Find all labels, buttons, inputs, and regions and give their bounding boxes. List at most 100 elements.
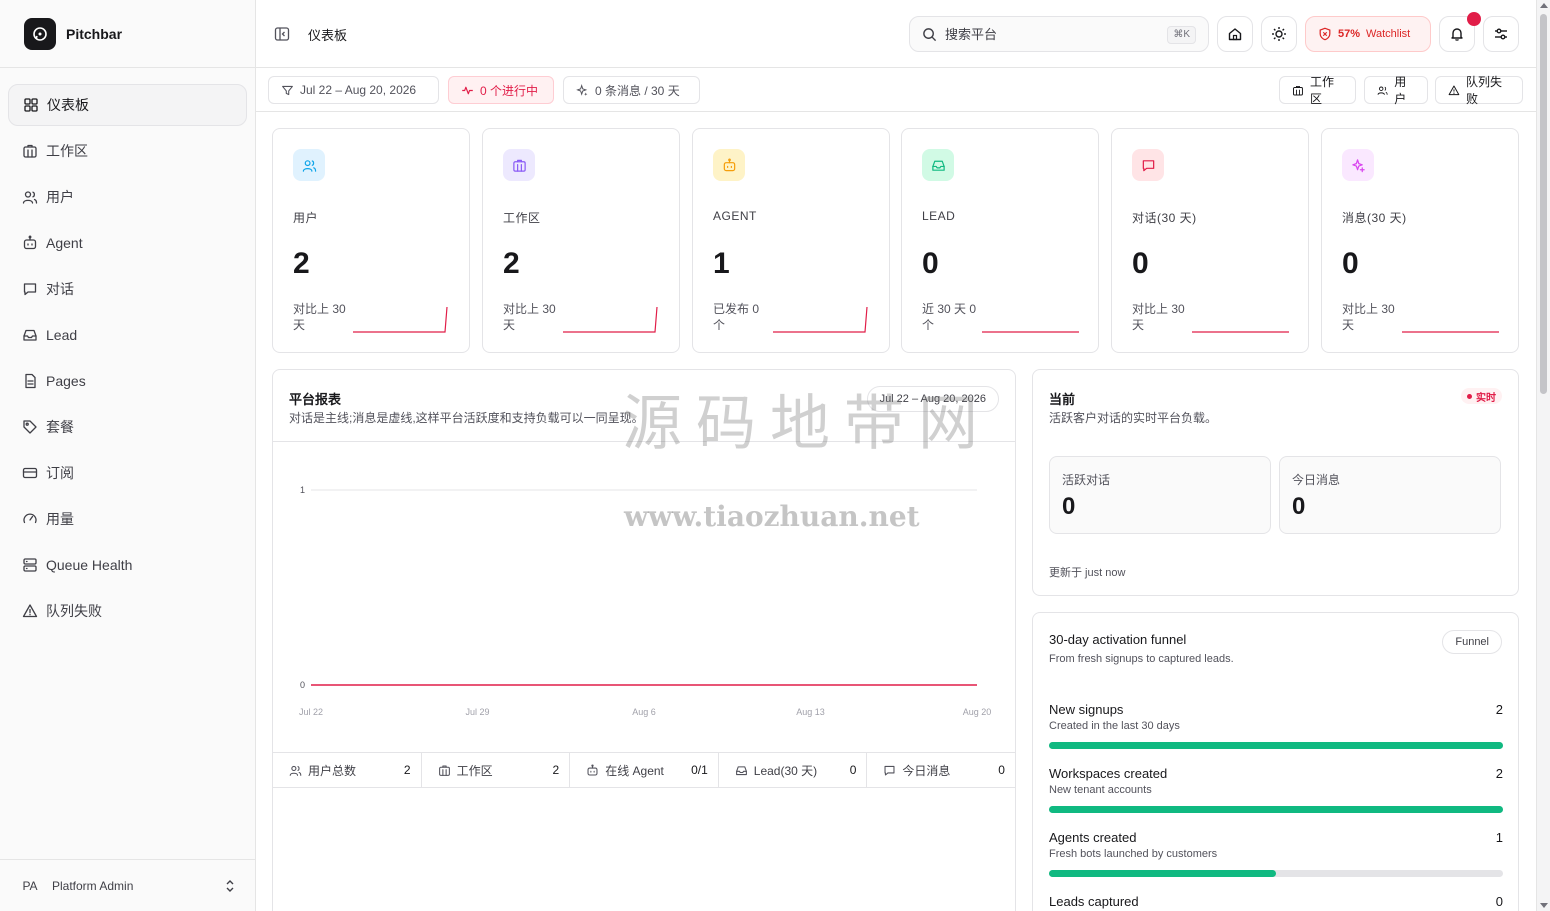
funnel-step-subtitle: Created in the last 30 days (1049, 720, 1180, 732)
sidebar-item-queue-health[interactable]: Queue Health (8, 544, 247, 586)
metric-value: 2 (552, 763, 560, 777)
stat-value: 2 (293, 247, 310, 280)
in-progress-filter[interactable]: 0 个进行中 (448, 76, 554, 104)
stat-card: AGENT 1 已发布 0 个 (692, 128, 890, 353)
stat-note: 已发布 0 个 (713, 302, 760, 332)
avatar: PA (22, 878, 38, 893)
stat-card: 消息(30 天) 0 对比上 30 天 (1321, 128, 1519, 353)
funnel-progress-fill (1049, 806, 1503, 813)
funnel-progress-fill (1049, 742, 1503, 749)
stat-card: LEAD 0 近 30 天 0 个 (901, 128, 1099, 353)
funnel-step-label: Agents created (1049, 830, 1137, 845)
sidebar-item-workspaces[interactable]: 工作区 (8, 130, 247, 172)
settings-button[interactable] (1483, 16, 1519, 52)
report-metrics: 用户总数 2 工作区 2 在线 Agent 0/1 Lead(30 天) 0 今日消息 0 (273, 752, 1015, 788)
sidebar-item-label: Pages (46, 373, 86, 389)
building-icon (512, 159, 526, 172)
x-tick-label: Aug 13 (796, 707, 825, 717)
sparkline (982, 331, 1079, 333)
filter-bar: Jul 22 – Aug 20, 2026 0 个进行中 0 条消息 / 30 … (256, 68, 1536, 112)
sidebar-item-lead[interactable]: Lead (8, 314, 247, 356)
sparkline-path (563, 306, 658, 333)
search-input[interactable] (945, 26, 1145, 42)
sidebar-item-queue-failures[interactable]: 队列失败 (8, 590, 247, 632)
home-button[interactable] (1217, 16, 1253, 52)
metric-label: 在线 Agent (605, 763, 664, 778)
server-icon (23, 558, 37, 572)
x-tick-label: Aug 20 (963, 707, 992, 717)
workspaces-link-button[interactable]: 工作区 (1279, 75, 1356, 106)
gauge-icon (23, 513, 37, 524)
warning-icon (1448, 85, 1460, 95)
building-icon (438, 765, 450, 776)
sidebar-item-label: 套餐 (46, 419, 74, 435)
funnel-pill[interactable]: Funnel (1442, 630, 1502, 654)
users-link-button[interactable]: 用户 (1364, 75, 1428, 106)
sliders-icon (1495, 28, 1507, 40)
queue-failures-link-button[interactable]: 队列失败 (1435, 75, 1523, 106)
metric-value: 0/1 (691, 763, 708, 777)
notifications-button[interactable] (1439, 12, 1481, 52)
sidebar-nav: 仪表板 工作区 用户 Agent 对话 Lead Pages 套餐订阅用量 Queue Heal… (0, 68, 255, 632)
chat-icon (1142, 159, 1154, 171)
updated-text: 更新于 just now (1049, 567, 1126, 579)
sparkline (1192, 331, 1289, 333)
messages-label: 0 条消息 / 30 天 (595, 83, 680, 98)
sidebar-item-conversations[interactable]: 对话 (8, 268, 247, 310)
dashboard-icon (24, 98, 38, 112)
scroll-down-icon[interactable] (1540, 903, 1548, 908)
sidebar-item-subscriptions[interactable]: 订阅 (8, 452, 247, 494)
notification-dot (1467, 12, 1481, 26)
theme-toggle-button[interactable] (1261, 16, 1297, 52)
live-dot-icon (1467, 393, 1472, 399)
sparkline (353, 306, 448, 333)
queue-failures-link-label: 队列失败 (1465, 75, 1502, 106)
sidebar-item-dashboard[interactable]: 仪表板 (8, 84, 247, 126)
scroll-up-icon[interactable] (1540, 3, 1548, 8)
workspaces-link-label: 工作区 (1309, 75, 1334, 106)
report-metric: Lead(30 天) 0 (719, 753, 868, 787)
messages-filter[interactable]: 0 条消息 / 30 天 (563, 76, 700, 104)
funnel-step-value: 2 (1495, 766, 1503, 781)
funnel-step-value: 1 (1495, 830, 1503, 845)
card-icon (22, 467, 38, 479)
stat-note: 对比上 30 天 (503, 302, 556, 332)
sidebar-item-usage[interactable]: 用量 (8, 498, 247, 540)
sidebar: Pitchbar 仪表板 工作区 用户 Agent 对话 Lead Pages 套餐订阅用量 Q… (0, 0, 256, 911)
sidebar-item-pages[interactable]: Pages (8, 360, 247, 402)
tag-icon (23, 420, 37, 434)
shield-alert-icon (1319, 27, 1331, 41)
sidebar-item-agent[interactable]: Agent (8, 222, 247, 264)
sidebar-item-label: 用量 (46, 511, 74, 527)
funnel-step: Workspaces created 2 New tenant accounts (1049, 766, 1503, 813)
stat-note: 近 30 天 0 个 (922, 302, 977, 332)
funnel-progress-bar (1049, 806, 1503, 813)
building-icon (23, 144, 37, 158)
watchlist-button[interactable]: 57% Watchlist (1305, 16, 1431, 52)
report-metric: 工作区 2 (422, 753, 571, 787)
brand[interactable]: Pitchbar (0, 0, 255, 68)
report-metric: 在线 Agent 0/1 (570, 753, 719, 787)
stat-value: 0 (1342, 247, 1359, 280)
funnel-step-label: New signups (1049, 702, 1124, 717)
sidebar-item-plans[interactable]: 套餐 (8, 406, 247, 448)
user-menu[interactable]: PA Platform Admin (0, 859, 255, 911)
sidebar-item-label: 对话 (46, 281, 74, 297)
report-metric: 今日消息 0 (867, 753, 1015, 787)
brand-name: Pitchbar (66, 25, 123, 42)
logo-icon (24, 17, 56, 50)
bot-icon (23, 235, 37, 250)
funnel-step-subtitle: New tenant accounts (1049, 784, 1152, 796)
date-range-filter[interactable]: Jul 22 – Aug 20, 2026 (268, 76, 439, 104)
sidebar-toggle-icon[interactable] (274, 26, 290, 42)
activation-funnel-panel: 30-day activation funnel From fresh sign… (1032, 612, 1519, 911)
y-tick-label: 1 (300, 485, 305, 495)
stat-icon (293, 149, 325, 181)
users-icon (289, 765, 302, 776)
search-box[interactable]: ⌘K (909, 16, 1209, 52)
page-scrollbar[interactable] (1536, 0, 1550, 911)
funnel-step-value: 0 (1495, 894, 1503, 909)
chat-icon (23, 283, 37, 296)
scroll-thumb[interactable] (1540, 14, 1547, 394)
sidebar-item-users[interactable]: 用户 (8, 176, 247, 218)
